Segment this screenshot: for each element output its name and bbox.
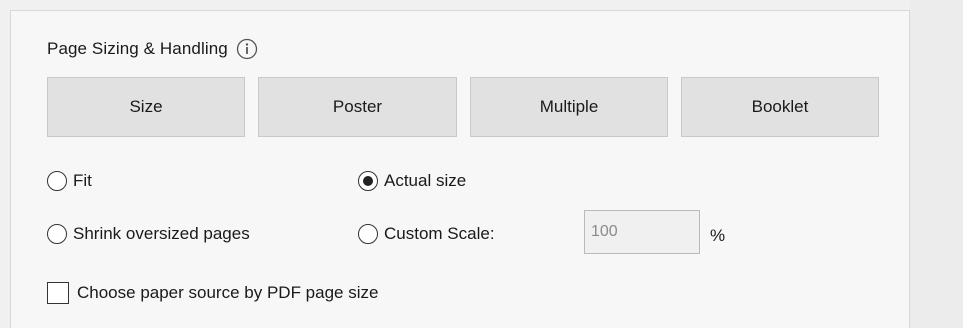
shrink-label: Shrink oversized pages: [73, 224, 250, 243]
tab-multiple[interactable]: Multiple: [470, 77, 668, 137]
shrink-option[interactable]: Shrink oversized pages: [47, 224, 250, 244]
fit-option[interactable]: Fit: [47, 171, 92, 191]
right-divider-strip: [910, 0, 963, 328]
tab-booklet[interactable]: Booklet: [681, 77, 879, 137]
shrink-radio[interactable]: [47, 224, 67, 244]
section-title: Page Sizing & Handling: [47, 38, 258, 60]
section-title-label: Page Sizing & Handling: [47, 39, 228, 58]
fit-label: Fit: [73, 171, 92, 190]
custom-scale-input[interactable]: [584, 210, 700, 254]
actual-size-radio[interactable]: [358, 171, 378, 191]
custom-scale-label: Custom Scale:: [384, 224, 495, 243]
paper-source-option[interactable]: Choose paper source by PDF page size: [47, 282, 378, 304]
actual-size-label: Actual size: [384, 171, 467, 190]
radio-selected-dot: [363, 176, 373, 186]
paper-source-label: Choose paper source by PDF page size: [77, 283, 379, 302]
fit-radio[interactable]: [47, 171, 67, 191]
percent-unit: %: [710, 226, 726, 245]
custom-scale-radio[interactable]: [358, 224, 378, 244]
info-circle-icon[interactable]: [236, 38, 258, 60]
custom-scale-option[interactable]: Custom Scale:: [358, 224, 495, 244]
actual-size-option[interactable]: Actual size: [358, 171, 466, 191]
paper-source-checkbox[interactable]: [47, 282, 69, 304]
tab-size[interactable]: Size: [47, 77, 245, 137]
tab-poster[interactable]: Poster: [258, 77, 457, 137]
